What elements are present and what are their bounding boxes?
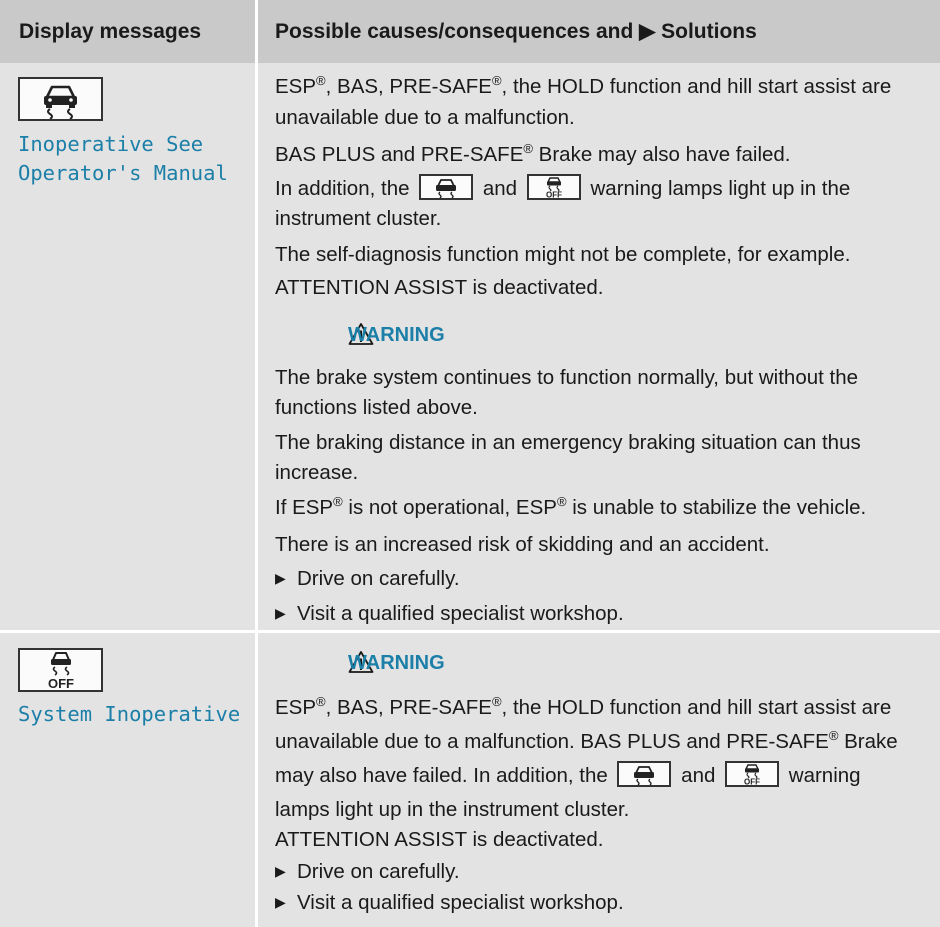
text-segment: and [675, 764, 722, 787]
text-line: instrument cluster. [275, 207, 442, 230]
text-segment: , the HOLD function and hill start assis… [501, 696, 892, 719]
esp-off-icon: OFF [18, 648, 103, 692]
esp-skid-icon [419, 174, 474, 200]
text-segment: If ESP [275, 496, 334, 519]
text-line: may also have failed. In addition, the a… [275, 761, 861, 791]
bullet-text: Visit a qualified specialist workshop. [297, 891, 624, 914]
esp-skid-icon [617, 761, 672, 787]
display-messages-table: Display messages Possible causes/consequ… [0, 0, 940, 927]
text-line: There is an increased risk of skidding a… [275, 533, 770, 556]
text-line: functions listed above. [275, 396, 478, 419]
solution-bullet: ▶ Visit a qualified specialist workshop. [275, 598, 624, 629]
esp-off-icon: OFF [725, 761, 780, 787]
registered-mark: ® [316, 73, 326, 88]
text-segment: warning lamps light up in the [584, 177, 851, 200]
text-segment: warning [783, 764, 861, 787]
row-divider [0, 630, 940, 633]
message-inoperative-see-manual: Inoperative See Operator's Manual [18, 132, 228, 185]
text-segment: may also have failed. In addition, the [275, 764, 614, 787]
text-line: In addition, the and OFF warning lamps l… [275, 174, 850, 204]
text-segment: Brake [838, 730, 898, 753]
text-line: lamps light up in the instrument cluster… [275, 798, 630, 821]
text-line: ATTENTION ASSIST is deactivated. [275, 828, 604, 851]
text-segment: ESP [275, 696, 317, 719]
registered-mark: ® [556, 494, 567, 509]
text-line: The braking distance in an emergency bra… [275, 431, 861, 454]
svg-text:OFF: OFF [546, 191, 562, 199]
text-line: The brake system continues to function n… [275, 366, 859, 389]
registered-mark: ® [491, 73, 502, 88]
svg-text:OFF: OFF [744, 778, 760, 786]
registered-mark: ® [523, 141, 533, 156]
text-line: increase. [275, 461, 359, 484]
bullet-arrow-icon: ▶ [275, 894, 286, 910]
header-display-messages: Display messages [19, 20, 202, 43]
warning-label: WARNING [348, 324, 445, 346]
text-line: ESP®, BAS, PRE-SAFE®, the HOLD function … [275, 72, 891, 102]
esp-skid-icon [18, 77, 103, 121]
text-segment: BAS PLUS and PRE-SAFE [275, 143, 524, 166]
header-causes-solutions: Possible causes/consequences and ▶ Solut… [275, 20, 757, 43]
text-segment: is not operational, ESP [342, 496, 557, 519]
text-line: unavailable due to a malfunction. BAS PL… [275, 727, 898, 757]
message-system-inoperative: System Inoperative [18, 702, 241, 726]
text-segment: , the HOLD function and hill start assis… [501, 75, 892, 98]
svg-text:OFF: OFF [48, 676, 74, 690]
text-line: If ESP® is not operational, ESP® is unab… [275, 493, 866, 523]
registered-mark: ® [828, 728, 839, 743]
text-line: BAS PLUS and PRE-SAFE® Brake may also ha… [275, 140, 791, 170]
esp-off-icon: OFF [526, 174, 581, 200]
column-divider [255, 0, 258, 927]
bullet-text: Visit a qualified specialist workshop. [297, 602, 624, 625]
bullet-text: Drive on carefully. [297, 860, 460, 883]
bullet-arrow-icon: ▶ [275, 570, 286, 586]
bullet-arrow-icon: ▶ [275, 863, 286, 879]
registered-mark: ® [316, 694, 326, 709]
solution-bullet: ▶ Visit a qualified specialist workshop. [275, 887, 624, 918]
text-segment: and [477, 177, 523, 200]
text-line: ESP®, BAS, PRE-SAFE®, the HOLD function … [275, 693, 891, 723]
text-line: unavailable due to a malfunction. [275, 106, 575, 129]
text-segment: In addition, the [275, 177, 416, 200]
bullet-text: Drive on carefully. [297, 567, 460, 590]
table-header: Display messages Possible causes/consequ… [0, 0, 940, 63]
solution-bullet: ▶ Drive on carefully. [275, 563, 460, 594]
warning-label: WARNING [348, 652, 445, 674]
text-segment: is unable to stabilize the vehicle. [566, 496, 867, 519]
text-segment: , BAS, PRE-SAFE [325, 75, 492, 98]
solution-bullet: ▶ Drive on carefully. [275, 856, 460, 887]
text-segment: unavailable due to a malfunction. BAS PL… [275, 730, 829, 753]
registered-mark: ® [333, 494, 343, 509]
registered-mark: ® [491, 694, 502, 709]
text-line: The self-diagnosis function might not be… [275, 243, 851, 266]
text-segment: , BAS, PRE-SAFE [325, 696, 492, 719]
text-line: ATTENTION ASSIST is deactivated. [275, 276, 604, 299]
bullet-arrow-icon: ▶ [275, 605, 286, 621]
text-segment: Brake may also have failed. [532, 143, 791, 166]
text-segment: ESP [275, 75, 317, 98]
